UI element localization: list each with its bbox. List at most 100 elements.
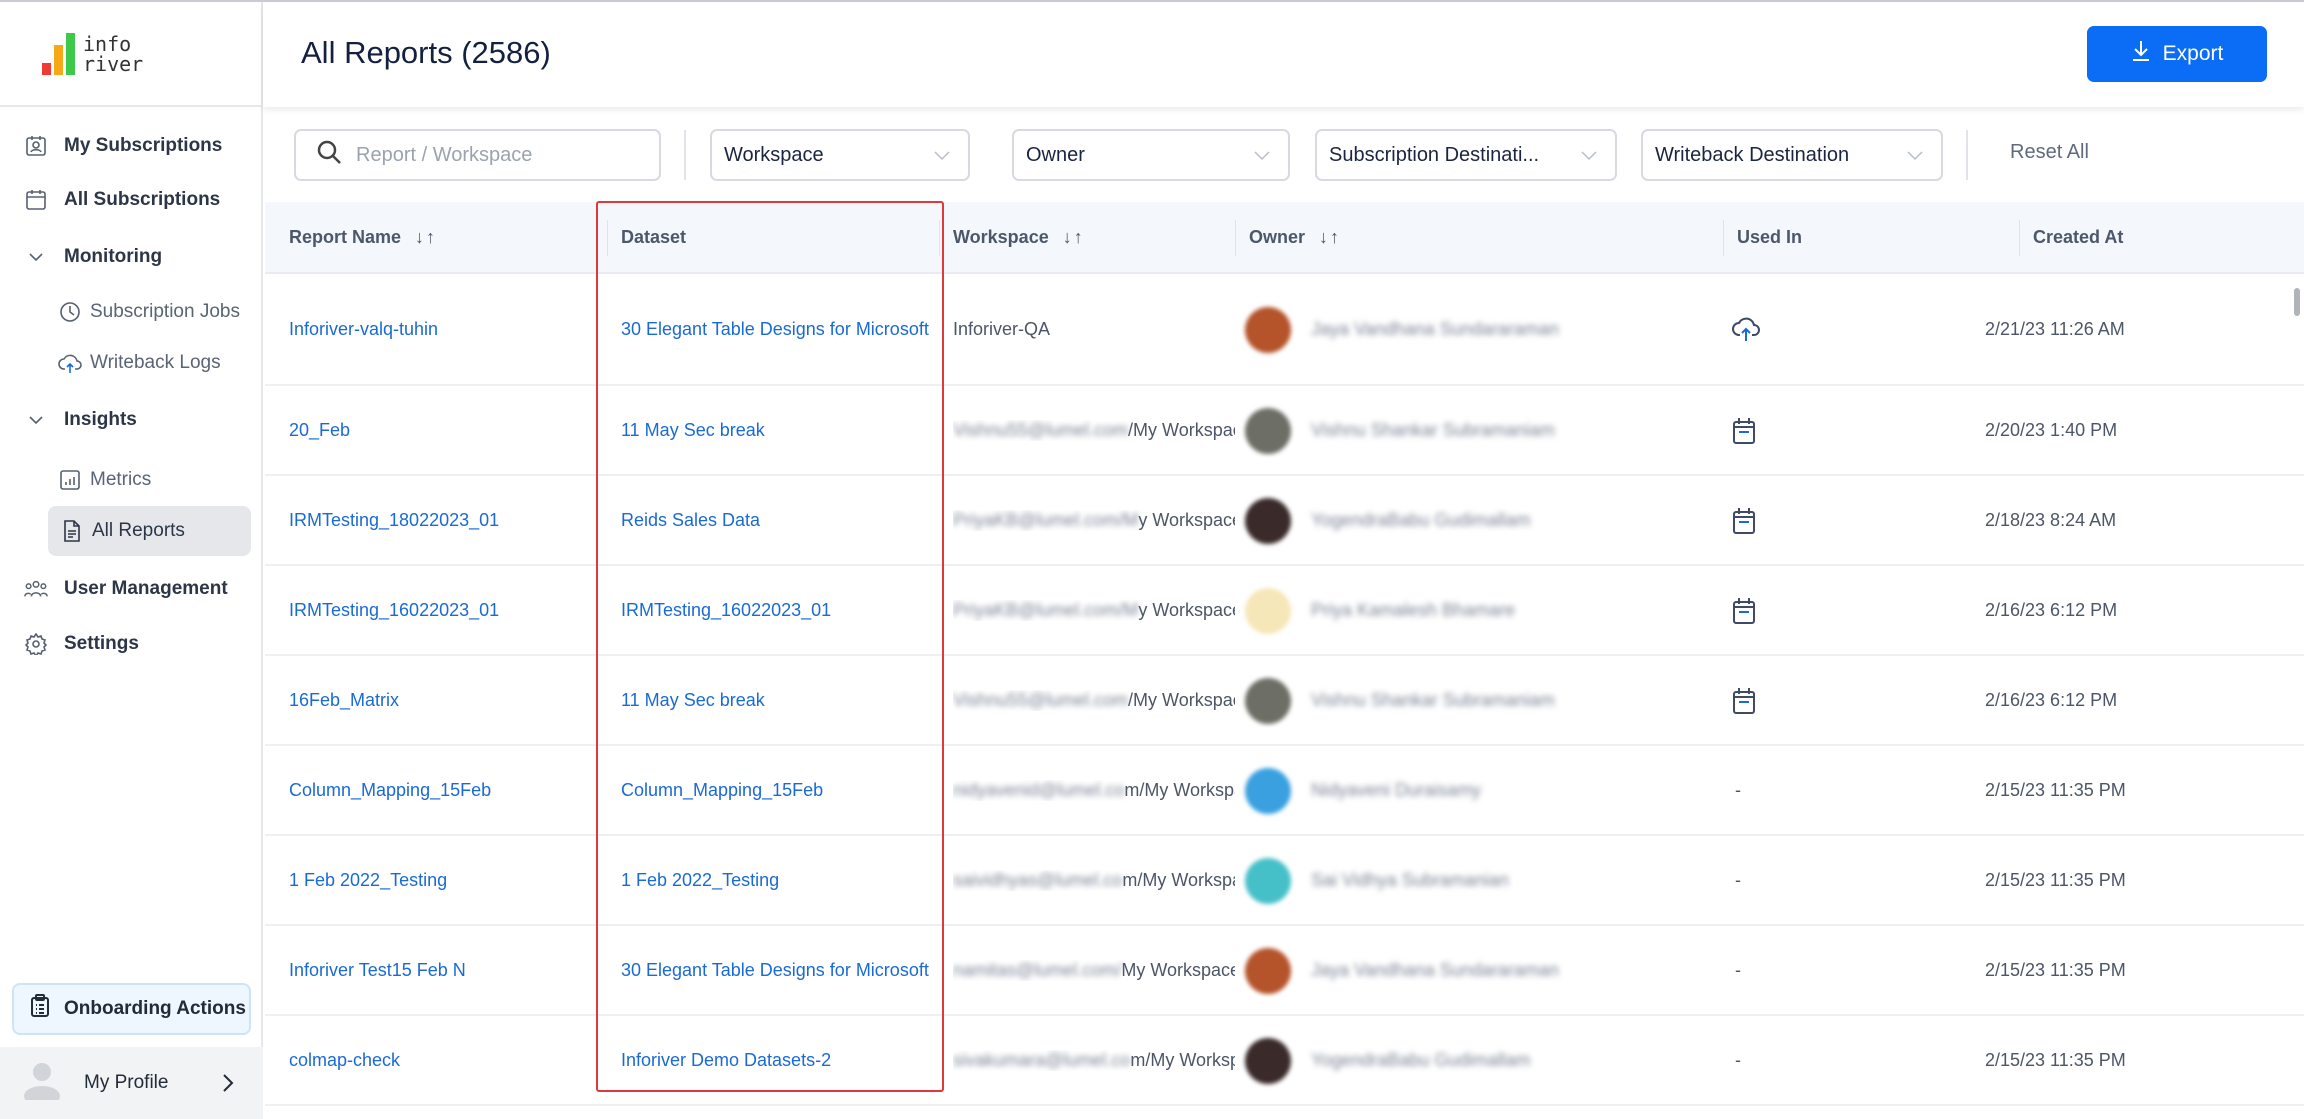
dataset-link[interactable]: Inforiver Demo Datasets-2 — [621, 1050, 939, 1071]
sort-icon[interactable]: ↓↑ — [1063, 227, 1085, 247]
workspace-dropdown[interactable]: Workspace — [710, 129, 970, 181]
report-name-link[interactable]: 16Feb_Matrix — [289, 690, 609, 711]
sort-icon[interactable]: ↓↑ — [1319, 227, 1341, 247]
report-name-link[interactable]: IRMTesting_16022023_01 — [289, 600, 609, 621]
report-name-link[interactable]: colmap-check — [289, 1050, 609, 1071]
page-title: All Reports (2586) — [301, 35, 551, 70]
column-header-dataset: Dataset — [621, 227, 686, 248]
column-header-report-name[interactable]: Report Name ↓↑ — [289, 227, 437, 248]
table-row[interactable]: Column_Mapping_15Feb Column_Mapping_15Feb… — [265, 746, 2304, 836]
download-icon — [2131, 40, 2151, 68]
sidebar-item-my-subscriptions[interactable]: My Subscriptions — [0, 124, 263, 168]
table-row[interactable]: 1 Feb 2022_Testing 1 Feb 2022_Testing saiv… — [265, 836, 2304, 926]
subscription-destination-dropdown[interactable]: Subscription Destinati... — [1315, 129, 1617, 181]
scrollbar[interactable] — [2294, 288, 2300, 316]
sidebar: info river My Subscriptions All Subscripti… — [0, 2, 263, 1119]
workspace-cell: Vishnu55@lumel.com/My Workspace — [953, 690, 1235, 711]
table-row[interactable]: IRMTesting_16022023_01 IRMTesting_1602202… — [265, 566, 2304, 656]
sidebar-item-monitoring[interactable]: Monitoring — [0, 235, 263, 279]
owner-avatar — [1245, 948, 1291, 994]
writeback-destination-dropdown[interactable]: Writeback Destination — [1641, 129, 1943, 181]
owner-avatar — [1245, 678, 1291, 724]
sidebar-item-label: Settings — [64, 633, 139, 654]
sidebar-item-subscription-jobs[interactable]: Subscription Jobs — [0, 290, 263, 334]
sidebar-item-user-management[interactable]: User Management — [0, 567, 263, 611]
sidebar-item-insights[interactable]: Insights — [0, 398, 263, 442]
table-row[interactable]: colmap-check Inforiver Demo Datasets-2 siv… — [265, 1016, 2304, 1106]
sort-icon[interactable]: ↓↑ — [415, 227, 437, 247]
calendar-icon — [24, 188, 48, 212]
workspace-cell: sivakumara@lumel.com/My Workspace — [953, 1050, 1235, 1071]
workspace-email: Vishnu55@lumel.com — [953, 420, 1129, 440]
clipboard-icon — [30, 994, 50, 1024]
column-divider[interactable] — [1235, 220, 1236, 256]
chevron-down-icon — [1905, 145, 1925, 171]
calendar-icon[interactable] — [1731, 417, 1757, 450]
report-name-link[interactable]: Inforiver-valq-tuhin — [289, 319, 609, 340]
reset-all-button[interactable]: Reset All — [2010, 141, 2089, 164]
table-row[interactable]: IRMTesting_18022023_01 Reids Sales Data Pr… — [265, 476, 2304, 566]
sidebar-item-metrics[interactable]: Metrics — [0, 458, 263, 502]
workspace-cell: Inforiver-QA — [953, 319, 1235, 340]
calendar-icon[interactable] — [1731, 597, 1757, 630]
owner-avatar — [1245, 768, 1291, 814]
used-in-empty: - — [1735, 870, 1741, 890]
dataset-link[interactable]: IRMTesting_16022023_01 — [621, 600, 939, 621]
my-profile-button[interactable]: My Profile — [0, 1047, 263, 1119]
inforiver-logo[interactable]: info river — [0, 2, 261, 107]
column-divider[interactable] — [939, 220, 940, 256]
search-input[interactable]: Report / Workspace — [294, 129, 661, 181]
table-row[interactable]: 16Feb_Matrix 11 May Sec break Vishnu55@lum… — [265, 656, 2304, 746]
dataset-link[interactable]: 30 Elegant Table Designs for Microsoft — [621, 319, 939, 340]
export-button[interactable]: Export — [2087, 26, 2267, 82]
owner-avatar — [1245, 858, 1291, 904]
report-name-link[interactable]: 1 Feb 2022_Testing — [289, 870, 609, 891]
column-divider[interactable] — [607, 220, 608, 256]
owner-avatar — [1245, 408, 1291, 454]
owner-name: YogendraBabu Gudimallam — [1311, 1050, 1531, 1070]
sidebar-item-label: Writeback Logs — [90, 352, 221, 373]
dataset-link[interactable]: 11 May Sec break — [621, 420, 939, 441]
export-label: Export — [2162, 42, 2224, 65]
sidebar-item-all-reports[interactable]: All Reports — [48, 506, 251, 556]
calendar-icon[interactable] — [1731, 507, 1757, 540]
created-at: 2/20/23 1:40 PM — [1985, 420, 2118, 440]
chevron-right-icon — [222, 1073, 234, 1099]
report-name-link[interactable]: IRMTesting_18022023_01 — [289, 510, 609, 531]
dataset-link[interactable]: 30 Elegant Table Designs for Microsoft — [621, 960, 939, 981]
workspace-email: sivakumara@lumel.co — [953, 1050, 1131, 1070]
sidebar-item-label: All Reports — [92, 520, 185, 541]
column-header-label: Dataset — [621, 227, 687, 247]
report-name-link[interactable]: Inforiver Test15 Feb N — [289, 960, 609, 981]
sidebar-item-settings[interactable]: Settings — [0, 622, 263, 666]
divider — [1966, 130, 1968, 180]
workspace-name: y Workspace — [1138, 600, 1235, 620]
created-at: 2/15/23 11:35 PM — [1985, 870, 2126, 890]
dataset-link[interactable]: Reids Sales Data — [621, 510, 939, 531]
onboarding-actions-button[interactable]: Onboarding Actions — [12, 983, 251, 1035]
search-icon — [316, 139, 342, 171]
cloud-upload-icon[interactable] — [1731, 316, 1761, 347]
owner-dropdown[interactable]: Owner — [1012, 129, 1290, 181]
table-row[interactable]: 20_Feb 11 May Sec break Vishnu55@lumel.com… — [265, 386, 2304, 476]
sidebar-item-writeback-logs[interactable]: Writeback Logs — [0, 341, 263, 385]
report-name-link[interactable]: Column_Mapping_15Feb — [289, 780, 609, 801]
owner-name: Vishnu Shankar Subramaniam — [1311, 690, 1555, 710]
owner-name: Jaya Vandhana Sundararaman — [1311, 319, 1559, 339]
sidebar-item-label: Subscription Jobs — [90, 301, 240, 322]
report-name-link[interactable]: 20_Feb — [289, 420, 609, 441]
cloud-upload-icon — [58, 351, 82, 375]
column-divider[interactable] — [1723, 220, 1724, 256]
dataset-link[interactable]: 11 May Sec break — [621, 690, 939, 711]
table-row[interactable]: Inforiver Test15 Feb N 30 Elegant Table D… — [265, 926, 2304, 1016]
created-at: 2/18/23 8:24 AM — [1985, 510, 2117, 530]
dataset-link[interactable]: 1 Feb 2022_Testing — [621, 870, 939, 891]
sidebar-item-all-subscriptions[interactable]: All Subscriptions — [0, 178, 263, 222]
column-header-workspace[interactable]: Workspace ↓↑ — [953, 227, 1085, 248]
column-header-owner[interactable]: Owner ↓↑ — [1249, 227, 1341, 248]
column-divider[interactable] — [2019, 220, 2020, 256]
table-row[interactable]: Inforiver-valq-tuhin 30 Elegant Table Des… — [265, 274, 2304, 386]
calendar-icon[interactable] — [1731, 687, 1757, 720]
dataset-link[interactable]: Column_Mapping_15Feb — [621, 780, 939, 801]
bar-chart-icon — [58, 468, 82, 492]
